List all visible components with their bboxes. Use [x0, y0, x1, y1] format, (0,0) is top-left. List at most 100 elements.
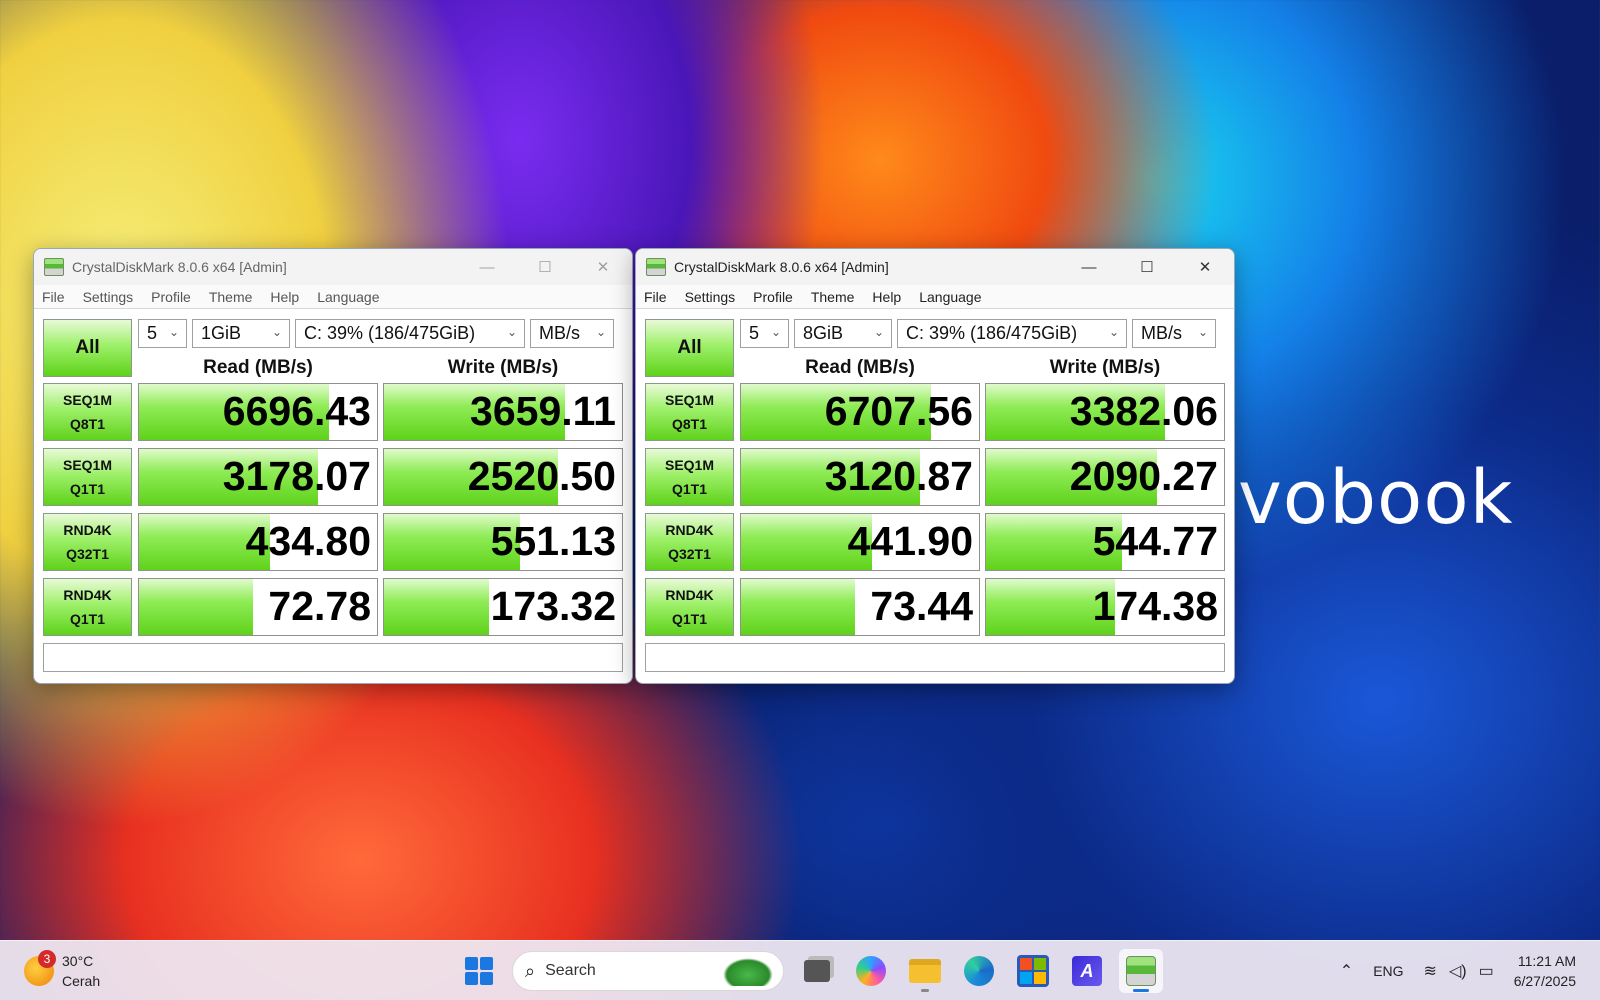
- crystaldiskmark-app-icon: [44, 258, 64, 276]
- comment-field[interactable]: [645, 643, 1225, 672]
- maximize-icon: ☐: [1140, 259, 1154, 276]
- chevron-down-icon: ⌄: [873, 325, 884, 339]
- crystaldiskmark-window-2[interactable]: CrystalDiskMark 8.0.6 x64 [Admin] — ☐ ✕ …: [635, 248, 1235, 684]
- menu-file[interactable]: File: [644, 289, 667, 305]
- test-size-select[interactable]: 8GiB ⌄: [794, 319, 892, 348]
- copilot-icon: [856, 956, 886, 986]
- minimize-icon: —: [1081, 258, 1097, 276]
- test-button-seq1m-q8t1[interactable]: SEQ1M Q8T1: [645, 383, 734, 441]
- read-result-cell: 72.78: [138, 578, 378, 636]
- write-result-value: 544.77: [1092, 518, 1218, 564]
- read-column-header: Read (MB/s): [805, 357, 915, 378]
- menu-language[interactable]: Language: [919, 289, 981, 305]
- search-placeholder: Search: [545, 962, 596, 979]
- write-result-cell: 174.38: [985, 578, 1225, 636]
- test-button-rnd4k-q32t1[interactable]: RND4K Q32T1: [645, 513, 734, 571]
- maximize-icon: ☐: [538, 259, 552, 276]
- read-result-value: 6696.43: [222, 388, 371, 434]
- read-result-value: 441.90: [847, 518, 973, 564]
- menu-profile[interactable]: Profile: [151, 289, 191, 305]
- crystaldiskmark-taskbar-button[interactable]: [1119, 949, 1163, 993]
- run-all-button[interactable]: All: [43, 319, 132, 377]
- menu-settings[interactable]: Settings: [685, 289, 736, 305]
- drive-value: C: 39% (186/475GiB): [304, 323, 476, 343]
- read-result-cell: 73.44: [740, 578, 980, 636]
- chevron-down-icon: ⌄: [1108, 325, 1119, 339]
- comment-field[interactable]: [43, 643, 623, 672]
- chevron-up-icon[interactable]: ⌃: [1340, 961, 1353, 981]
- read-result-value: 73.44: [870, 583, 973, 629]
- crystaldiskmark-window-1[interactable]: CrystalDiskMark 8.0.6 x64 [Admin] — ☐ ✕ …: [33, 248, 633, 684]
- store-button[interactable]: [1011, 949, 1055, 993]
- write-result-value: 2520.50: [467, 453, 616, 499]
- weather-sun-icon: 3: [24, 950, 56, 986]
- menu-file[interactable]: File: [42, 289, 65, 305]
- test-count-select[interactable]: 5 ⌄: [138, 319, 187, 348]
- input-language[interactable]: ENG: [1373, 963, 1403, 979]
- menu-theme[interactable]: Theme: [209, 289, 253, 305]
- chevron-down-icon: ⌄: [1197, 325, 1208, 339]
- unit-select[interactable]: MB/s ⌄: [1132, 319, 1216, 348]
- write-result-cell: 3382.06: [985, 383, 1225, 441]
- windows-logo-icon: [465, 957, 493, 985]
- copilot-button[interactable]: [849, 949, 893, 993]
- close-button[interactable]: ✕: [1176, 249, 1234, 285]
- read-result-value: 3178.07: [222, 453, 371, 499]
- wifi-icon: ≋: [1423, 963, 1437, 980]
- write-result-cell: 551.13: [383, 513, 623, 571]
- menu-language[interactable]: Language: [317, 289, 379, 305]
- taskbar-search[interactable]: ⌕ Search: [512, 951, 784, 991]
- test-button-rnd4k-q32t1[interactable]: RND4K Q32T1: [43, 513, 132, 571]
- test-size-select[interactable]: 1GiB ⌄: [192, 319, 290, 348]
- search-highlight-icon: [723, 958, 773, 986]
- test-label-line2: Q8T1: [69, 416, 105, 432]
- clock[interactable]: 11:21 AM 6/27/2025: [1514, 951, 1576, 991]
- app-logo-icon: A: [1072, 956, 1102, 986]
- minimize-button[interactable]: —: [458, 249, 516, 285]
- menu-bar: File Settings Profile Theme Help Languag…: [636, 285, 1234, 309]
- test-button-seq1m-q1t1[interactable]: SEQ1M Q1T1: [43, 448, 132, 506]
- taskbar-apps: ⌕ Search A: [452, 949, 1168, 993]
- unit-value: MB/s: [1141, 323, 1183, 343]
- menu-help[interactable]: Help: [270, 289, 299, 305]
- close-button[interactable]: ✕: [574, 249, 632, 285]
- test-label-line1: RND4K: [63, 587, 112, 603]
- test-button-rnd4k-q1t1[interactable]: RND4K Q1T1: [43, 578, 132, 636]
- quick-settings[interactable]: ≋ ◁) ▭: [1424, 961, 1494, 981]
- start-button[interactable]: [457, 949, 501, 993]
- read-result-cell: 434.80: [138, 513, 378, 571]
- read-result-cell: 3178.07: [138, 448, 378, 506]
- app-button[interactable]: A: [1065, 949, 1109, 993]
- write-result-value: 3382.06: [1069, 388, 1218, 434]
- drive-select[interactable]: C: 39% (186/475GiB) ⌄: [295, 319, 525, 348]
- test-button-seq1m-q8t1[interactable]: SEQ1M Q8T1: [43, 383, 132, 441]
- taskbar: 3 30°C Cerah ⌕ Search A ⌃ ENG ≋ ◁) ▭ 11:…: [0, 940, 1600, 1000]
- drive-select[interactable]: C: 39% (186/475GiB) ⌄: [897, 319, 1127, 348]
- test-button-rnd4k-q1t1[interactable]: RND4K Q1T1: [645, 578, 734, 636]
- menu-profile[interactable]: Profile: [753, 289, 793, 305]
- test-count-select[interactable]: 5 ⌄: [740, 319, 789, 348]
- title-bar[interactable]: CrystalDiskMark 8.0.6 x64 [Admin] — ☐ ✕: [34, 249, 632, 285]
- write-column-header: Write (MB/s): [1049, 357, 1161, 378]
- menu-settings[interactable]: Settings: [83, 289, 134, 305]
- title-bar[interactable]: CrystalDiskMark 8.0.6 x64 [Admin] — ☐ ✕: [636, 249, 1234, 285]
- drive-value: C: 39% (186/475GiB): [906, 323, 1078, 343]
- weather-widget[interactable]: 3 30°C Cerah: [24, 950, 100, 991]
- benchmark-panel: All 5 ⌄ 8GiB ⌄ C: 39% (186/475GiB) ⌄ MB/…: [636, 309, 1234, 683]
- crystaldiskmark-app-icon: [646, 258, 666, 276]
- menu-theme[interactable]: Theme: [811, 289, 855, 305]
- maximize-button[interactable]: ☐: [1118, 249, 1176, 285]
- menu-help[interactable]: Help: [872, 289, 901, 305]
- unit-select[interactable]: MB/s ⌄: [530, 319, 614, 348]
- clock-date: 6/27/2025: [1513, 973, 1576, 989]
- write-result-cell: 2090.27: [985, 448, 1225, 506]
- task-view-button[interactable]: [795, 949, 839, 993]
- edge-button[interactable]: [957, 949, 1001, 993]
- window-title: CrystalDiskMark 8.0.6 x64 [Admin]: [72, 259, 287, 275]
- run-all-button[interactable]: All: [645, 319, 734, 377]
- file-explorer-button[interactable]: [903, 949, 947, 993]
- maximize-button[interactable]: ☐: [516, 249, 574, 285]
- read-result-value: 434.80: [245, 518, 371, 564]
- test-button-seq1m-q1t1[interactable]: SEQ1M Q1T1: [645, 448, 734, 506]
- minimize-button[interactable]: —: [1060, 249, 1118, 285]
